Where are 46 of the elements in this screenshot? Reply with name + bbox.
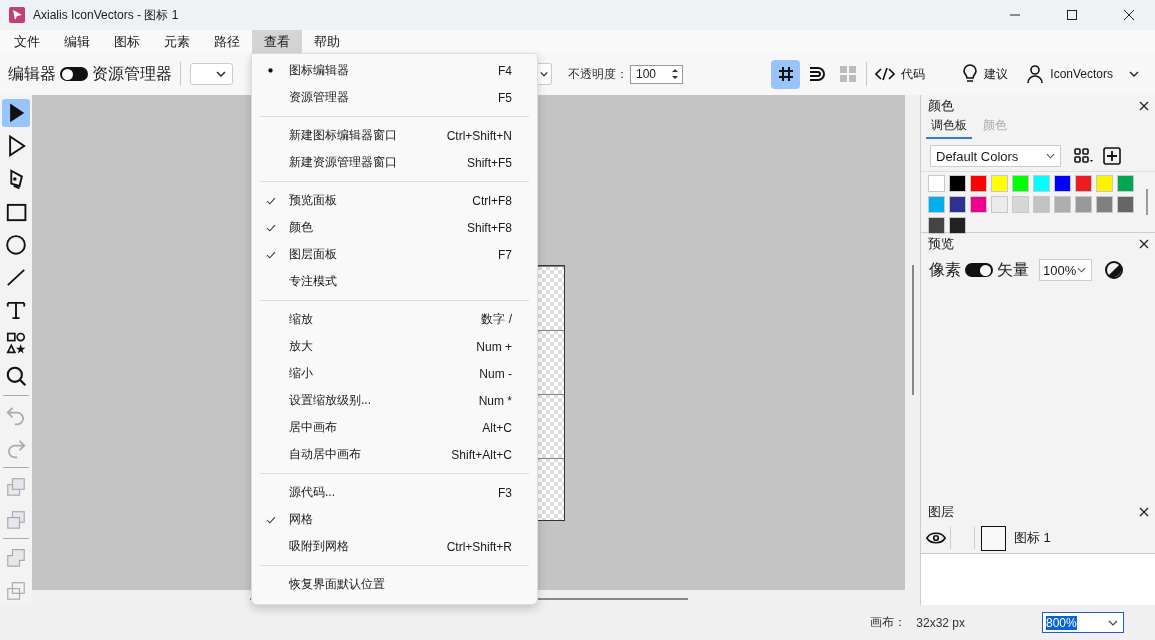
panel-title: 预览 xyxy=(928,235,954,253)
panel-title: 图层 xyxy=(928,503,954,521)
menu-item[interactable]: 资源管理器 F5 xyxy=(252,84,537,111)
menu-item[interactable]: 恢复界面默认位置 xyxy=(252,571,537,598)
menu-item[interactable]: 帮助 xyxy=(302,30,352,53)
menu-item[interactable]: 自动居中画布 Shift+Alt+C xyxy=(252,441,537,468)
mode-label: 资源管理器 xyxy=(92,63,172,84)
menu-item[interactable]: 颜色 Shift+F8 xyxy=(252,214,537,241)
menu-item[interactable]: 专注模式 xyxy=(252,268,537,295)
menu-item[interactable]: 查看 xyxy=(252,30,302,53)
mode-label: 像素 xyxy=(929,259,961,280)
mode-label: 编辑器 xyxy=(8,63,56,84)
menu-item[interactable]: 缩小 Num - xyxy=(252,360,537,387)
menu-item[interactable]: 预览面板 Ctrl+F8 xyxy=(252,187,537,214)
menu-item[interactable]: 路径 xyxy=(202,30,252,53)
menu-item[interactable]: 居中画布 Alt+C xyxy=(252,414,537,441)
menu-item[interactable]: 文件 xyxy=(2,30,52,53)
code-button[interactable]: 代码 xyxy=(875,65,925,83)
menu-item[interactable]: 新建图标编辑器窗口 Ctrl+Shift+N xyxy=(252,122,537,149)
status-label: 画布： xyxy=(870,614,907,631)
menu-item[interactable]: 图标 xyxy=(102,30,152,53)
menu-item[interactable]: 图层面板 F7 xyxy=(252,241,537,268)
menu-item[interactable]: 放大 Num + xyxy=(252,333,537,360)
menu-item[interactable]: 设置缩放级别... Num * xyxy=(252,387,537,414)
panel-tab[interactable]: 调色板 xyxy=(926,117,972,139)
menu-item[interactable]: 吸附到网格 Ctrl+Shift+R xyxy=(252,533,537,560)
menu-item[interactable]: 网格 xyxy=(252,506,537,533)
opacity-field[interactable]: 100 xyxy=(630,64,683,84)
menu-item[interactable]: 缩放 数字 / xyxy=(252,306,537,333)
opacity-label: 不透明度： xyxy=(568,65,628,83)
panel-title: 颜色 xyxy=(928,97,954,115)
zoom-dropdown[interactable]: 100% xyxy=(1039,259,1092,281)
layer-name: 图标 1 xyxy=(1014,529,1051,547)
user-button[interactable]: IconVectors xyxy=(1026,64,1139,84)
menu-item[interactable]: 元素 xyxy=(152,30,202,53)
window-title: Axialis IconVectors - 图标 1 xyxy=(33,6,179,24)
layer-row[interactable]: 图标 1 xyxy=(921,523,1155,554)
zoom-field[interactable]: 800% xyxy=(1042,612,1124,633)
menu-item[interactable]: 新建资源管理器窗口 Shift+F5 xyxy=(252,149,537,176)
mode-label: 矢量 xyxy=(997,259,1029,280)
menu-item[interactable]: 图标编辑器 F4 xyxy=(252,57,537,84)
menu-item[interactable]: 源代码... F3 xyxy=(252,479,537,506)
palette-dropdown[interactable]: Default Colors xyxy=(930,145,1061,167)
canvas-size: 32x32 px xyxy=(916,615,965,630)
suggest-button[interactable]: 建议 xyxy=(962,64,1009,84)
menu-item[interactable]: 编辑 xyxy=(52,30,102,53)
